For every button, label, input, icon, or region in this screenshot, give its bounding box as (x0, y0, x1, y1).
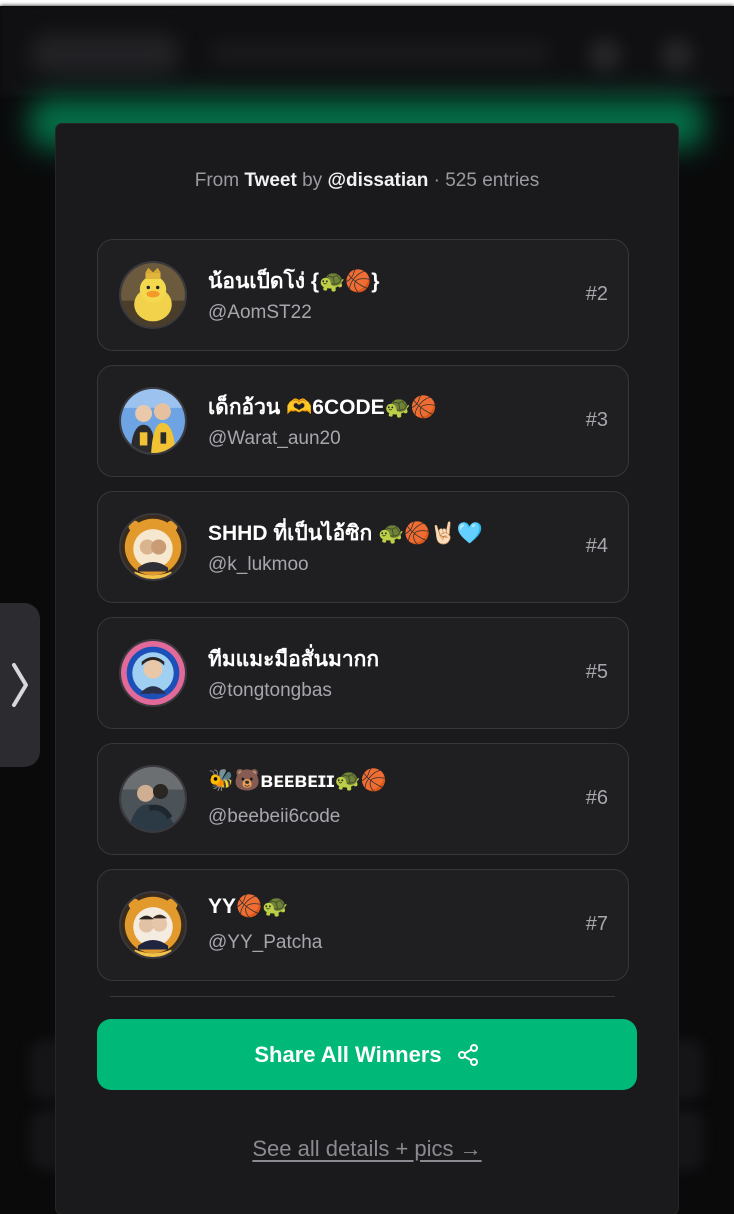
winner-handle[interactable]: @AomST22 (208, 302, 312, 324)
winner-row[interactable]: ทีมแมะมือสั่นมากก @tongtongbas #5 (97, 617, 629, 729)
source-author[interactable]: @dissatian (327, 170, 428, 191)
side-panel-toggle[interactable] (0, 603, 40, 767)
tiger-frame-couple-avatar (119, 891, 187, 959)
share-icon (457, 1043, 478, 1066)
winner-row[interactable]: เด็กอ้วน 🫶6CODE🐢🏀 @Warat_aun20 #3 (97, 365, 629, 477)
winner-row[interactable]: YY🏀🐢 @YY_Patcha #7 (97, 869, 629, 981)
background-title (210, 44, 550, 62)
winner-rank: #6 (585, 787, 608, 809)
winner-name: ทีมแมะมือสั่นมากก (208, 648, 380, 671)
winner-row[interactable]: 🐝🐻ʙᴇᴇʙᴇɪɪ🐢🏀 @beebeii6code #6 (97, 743, 629, 855)
winner-handle[interactable]: @k_lukmoo (208, 554, 309, 576)
winner-rank: #7 (585, 913, 608, 935)
entry-count: · 525 entries (433, 170, 540, 191)
background-profile-icon (660, 38, 694, 72)
winner-name: น้อนเป็ดโง่ {🐢🏀} (208, 270, 380, 293)
source-line: From Tweet by @dissatian · 525 entries (0, 170, 734, 192)
hug-photo-avatar (119, 765, 187, 833)
share-all-winners-button[interactable]: Share All Winners (97, 1019, 637, 1090)
list-divider (110, 996, 615, 997)
source-type[interactable]: Tweet (244, 170, 296, 191)
winner-name: YY🏀🐢 (208, 895, 289, 918)
winner-rank: #2 (585, 283, 608, 305)
two-people-photo-avatar (119, 387, 187, 455)
see-all-details-link[interactable]: See all details + pics → (0, 1136, 734, 1162)
source-by-label: by (302, 170, 323, 191)
tiger-frame-avatar (119, 513, 187, 581)
winner-rank: #4 (585, 535, 608, 557)
winner-row[interactable]: น้อนเป็ดโง่ {🐢🏀} @AomST22 #2 (97, 239, 629, 351)
winner-handle[interactable]: @beebeii6code (208, 806, 340, 828)
background-menu-icon (588, 38, 622, 72)
winner-name: 🐝🐻ʙᴇᴇʙᴇɪɪ🐢🏀 (208, 769, 387, 792)
background-logo (30, 34, 180, 74)
winner-handle[interactable]: @tongtongbas (208, 680, 332, 702)
winner-rank: #5 (585, 661, 608, 683)
winner-name: SHHD ที่เป็นไอ้ซิก 🐢🏀🤘🏻🩵 (208, 522, 483, 545)
winner-rank: #3 (585, 409, 608, 431)
winner-row[interactable]: SHHD ที่เป็นไอ้ซิก 🐢🏀🤘🏻🩵 @k_lukmoo #4 (97, 491, 629, 603)
chevron-right-icon (12, 663, 28, 707)
winner-handle[interactable]: @Warat_aun20 (208, 428, 341, 450)
source-from-label: From (194, 170, 240, 191)
winner-handle[interactable]: @YY_Patcha (208, 932, 322, 954)
blue-circle-portrait-avatar (119, 639, 187, 707)
share-button-label: Share All Winners (254, 1041, 442, 1067)
winner-name: เด็กอ้วน 🫶6CODE🐢🏀 (208, 396, 437, 419)
yellow-duck-plush-avatar (119, 261, 187, 329)
